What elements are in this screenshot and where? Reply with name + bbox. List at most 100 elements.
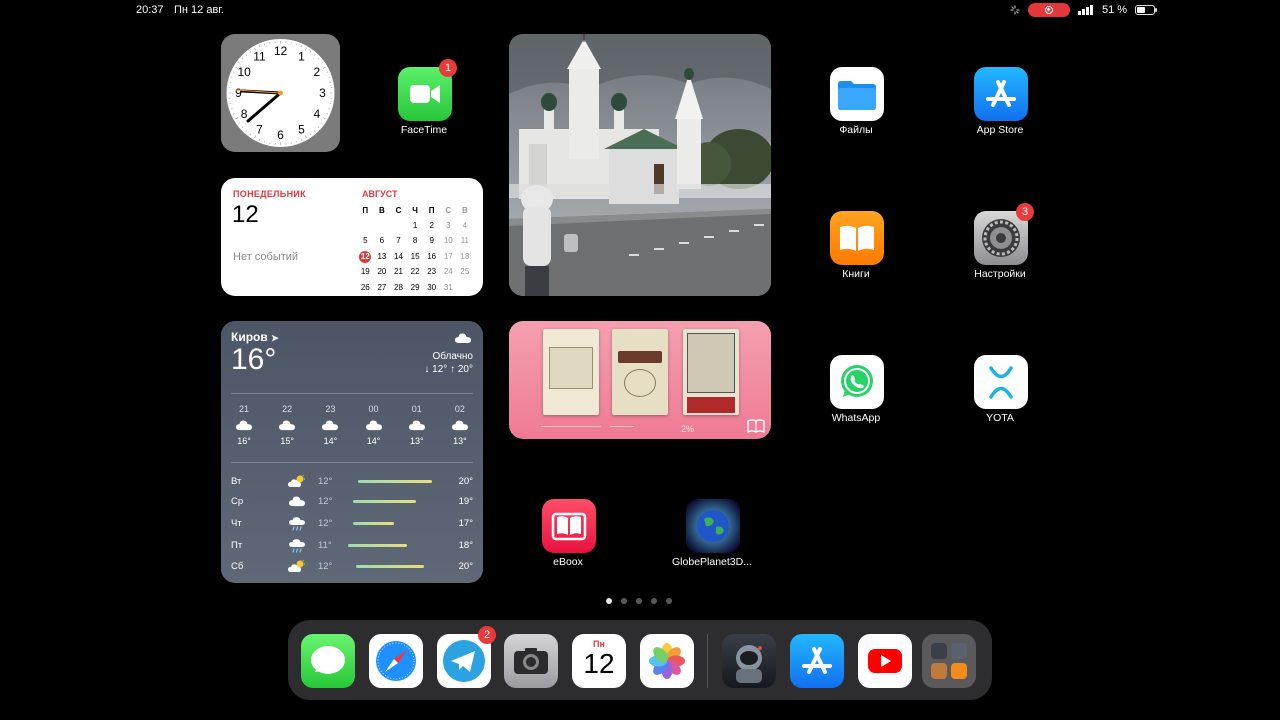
yota-label: YOTA [986,412,1014,424]
calendar-month: АВГУСТ [362,189,398,199]
daily-forecast-row: Чт 12° 17° [231,513,473,534]
daily-min: 12° [318,561,333,572]
calendar-date: 2 [429,221,434,231]
dock-game-app[interactable] [722,634,776,688]
cloud-icon [451,420,468,431]
calendar-date: 29 [410,282,420,292]
calendar-date: 14 [394,251,403,261]
calendar-weekday-header: С [395,205,402,215]
clock-widget[interactable]: 12 1 2 3 4 5 6 7 8 9 10 11 [221,34,340,152]
dock-safari-app[interactable] [369,634,423,688]
open-book-icon [840,225,874,251]
daily-temp-range-fill [348,544,407,547]
dock-messages-app[interactable] [301,634,355,688]
calendar-no-events: Нет событий [233,251,299,263]
hourly-time: 22 [282,404,293,414]
daily-day: Чт [231,518,242,529]
hourly-temp: 13° [409,436,424,447]
appstore-app[interactable] [974,67,1028,121]
page-dot[interactable] [666,598,672,604]
whatsapp-label: WhatsApp [831,412,881,424]
calendar-date: 12 [359,250,372,263]
weather-condition: Облачно [432,351,473,362]
screen-recording-indicator[interactable] [1028,3,1070,17]
weather-widget[interactable]: Киров ➤ 16° Облачно ↓ 12° ↑ 20° 21 16° 22 1… [221,321,483,583]
calendar-date: 16 [427,251,437,261]
page-indicator[interactable] [606,598,672,604]
daily-max: 19° [458,496,473,507]
book-progress: 2% [681,424,695,434]
cloud-icon [365,420,382,431]
calendar-date: 20 [377,267,387,277]
calendar-date: 17 [443,251,453,261]
appstore-icon [802,647,832,674]
whatsapp-icon [841,365,873,397]
daily-max: 20° [458,476,473,487]
yota-icon [989,366,1013,399]
dock-calendar-app[interactable]: Пн 12 [572,634,626,688]
dock-calendar-day: 12 [583,648,615,679]
astronaut-icon [736,645,762,683]
calendar-day-number: 12 [232,201,259,228]
yota-app[interactable] [974,355,1028,409]
daily-temp-range-fill [355,565,424,568]
dock-photos-app[interactable] [640,634,694,688]
books-label: Книги [842,268,870,280]
clock-number: 8 [241,107,248,121]
photos-flower-icon [649,643,685,679]
calendar-date: 21 [394,267,403,277]
daily-temp-range-bar [348,522,443,525]
daily-day: Вт [231,476,242,487]
files-app[interactable] [830,67,884,121]
globeplanet-app[interactable] [686,499,740,553]
calendar-weekday-header: Ч [412,205,418,215]
weather-current-temp: 16° [231,343,277,376]
clock-number: 5 [298,122,305,136]
calendar-date: 13 [377,251,387,261]
daily-forecast-row: Пт 11° 18° [231,535,473,556]
calendar-date: 23 [427,267,437,277]
books-app-icon [747,419,765,433]
dock-app-library[interactable] [922,634,976,688]
page-dot[interactable] [606,598,612,604]
dock-appstore-app[interactable] [790,634,844,688]
calendar-date: 11 [460,236,470,246]
calendar-weekday-header: С [445,205,452,215]
hourly-time: 21 [238,404,249,414]
hourly-time: 01 [411,404,422,414]
files-label: Файлы [839,124,873,136]
eboox-app[interactable] [542,499,596,553]
cloud-icon [289,496,305,506]
dock-camera-app[interactable] [504,634,558,688]
book-cover[interactable] [612,329,668,415]
daily-forecast-row: Сб 12° 20° [231,556,473,577]
daily-forecast-row: Ср 12° 19° [231,491,473,512]
photos-widget[interactable] [509,34,771,296]
daily-temp-range-bar [348,544,443,547]
facetime-badge: 1 [439,59,457,77]
weather-hi-lo: ↓ 12° ↑ 20° [424,364,473,375]
daily-temp-range-bar [348,565,443,568]
calendar-date: 18 [460,251,470,261]
dock-youtube-app[interactable] [858,634,912,688]
calendar-weekday-header: П [428,205,435,215]
book-cover[interactable] [543,329,599,415]
page-dot[interactable] [651,598,657,604]
partly-cloudy-icon [288,475,305,487]
daily-temp-range-fill [357,480,432,483]
calendar-widget[interactable]: ПОНЕДЕЛЬНИК 12 Нет событий АВГУСТ ПВСЧПС… [221,178,483,296]
whatsapp-app[interactable] [830,355,884,409]
books-widget[interactable]: 2% [509,321,771,439]
page-dot[interactable] [636,598,642,604]
globe-icon [686,499,740,553]
calendar-date: 28 [394,282,403,292]
book-cover[interactable] [683,329,739,415]
books-app[interactable] [830,211,884,265]
daily-max: 20° [458,561,473,572]
daily-day: Ср [231,496,244,507]
telegram-badge: 2 [478,626,496,644]
hourly-temp: 14° [323,436,338,447]
daily-min: 11° [318,540,332,551]
daily-max: 17° [458,518,473,529]
page-dot[interactable] [621,598,627,604]
